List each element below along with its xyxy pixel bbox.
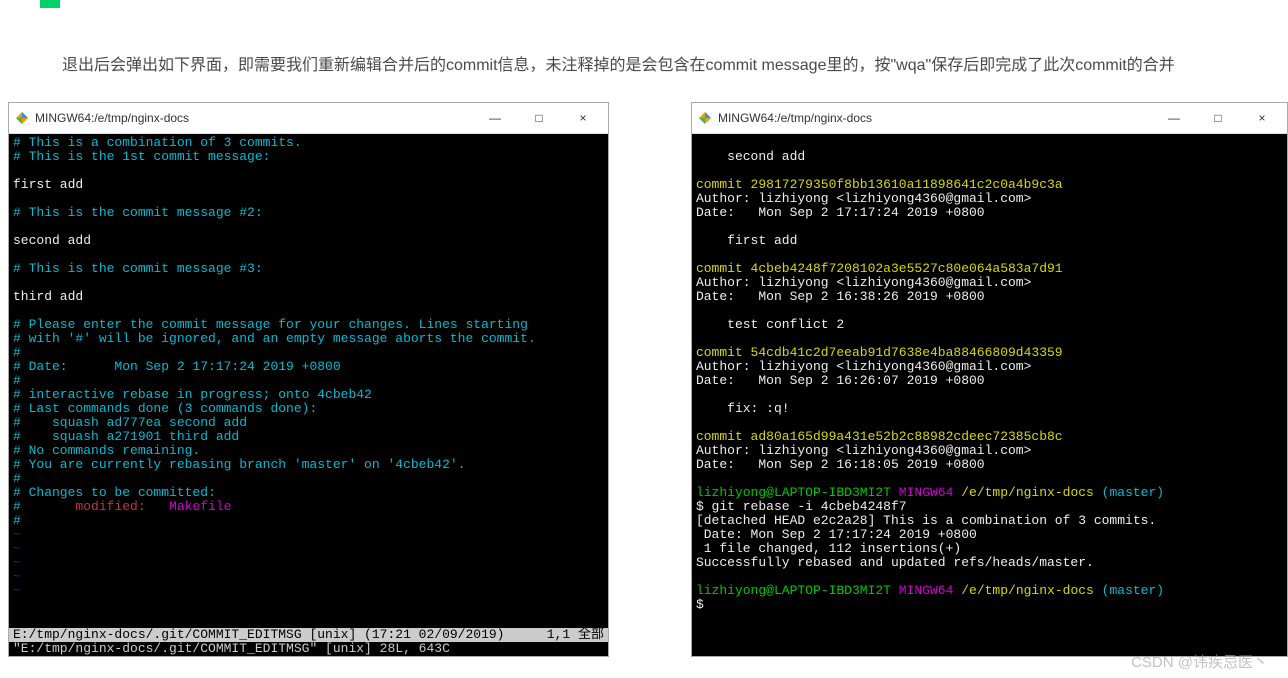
prompt-branch: (master): [1094, 485, 1164, 500]
comment-line: # No commands remaining.: [13, 443, 200, 458]
comment-line: # Please enter the commit message for yo…: [13, 317, 528, 332]
log-msg: first add: [696, 233, 797, 248]
comment-line: # squash ad777ea second add: [13, 415, 247, 430]
comment-line: # This is the commit message #3:: [13, 261, 263, 276]
author-line: Author: lizhiyong <lizhiyong4360@gmail.c…: [696, 359, 1031, 374]
command: $ git rebase -i 4cbeb4248f7: [696, 499, 907, 514]
maximize-button[interactable]: □: [1205, 108, 1231, 128]
window-controls: — □ ×: [482, 108, 602, 128]
log-terminal[interactable]: second add commit 29817279350f8bb13610a1…: [692, 134, 1287, 656]
title-bar: MINGW64:/e/tmp/nginx-docs — □ ×: [692, 103, 1287, 134]
mingw-icon: [698, 111, 712, 125]
commit-hash: commit 4cbeb4248f7208102a3e5527c80e064a5…: [696, 261, 1063, 276]
close-button[interactable]: ×: [1249, 108, 1275, 128]
vim-tilde: ~: [13, 569, 21, 584]
minimize-button[interactable]: —: [1161, 108, 1187, 128]
command-prompt: $: [696, 597, 704, 612]
comment-line: # This is the commit message #2:: [13, 205, 263, 220]
comment-line: #: [13, 499, 21, 514]
window-title: MINGW64:/e/tmp/nginx-docs: [718, 111, 1161, 125]
watermark: CSDN @讳疾忌医丶: [1131, 651, 1268, 672]
output: 1 file changed, 112 insertions(+): [696, 541, 961, 556]
comment-line: #: [13, 345, 21, 360]
editor-window: MINGW64:/e/tmp/nginx-docs — □ × # This i…: [8, 102, 609, 657]
comment-line: #: [13, 471, 21, 486]
status-info: "E:/tmp/nginx-docs/.git/COMMIT_EDITMSG" …: [9, 642, 608, 656]
vim-tilde: ~: [13, 583, 21, 598]
commit-msg: third add: [13, 289, 83, 304]
prompt-branch: (master): [1094, 583, 1164, 598]
output: Successfully rebased and updated refs/he…: [696, 555, 1094, 570]
prompt-path: /e/tmp/nginx-docs: [953, 583, 1093, 598]
title-bar: MINGW64:/e/tmp/nginx-docs — □ ×: [9, 103, 608, 134]
comment-line: # This is a combination of 3 commits.: [13, 135, 302, 150]
output: Date: Mon Sep 2 17:17:24 2019 +0800: [696, 527, 977, 542]
window-title: MINGW64:/e/tmp/nginx-docs: [35, 111, 482, 125]
prompt-host: MINGW64: [891, 583, 953, 598]
vim-tilde: ~: [13, 527, 21, 542]
comment-line: # interactive rebase in progress; onto 4…: [13, 387, 372, 402]
prompt-host: MINGW64: [891, 485, 953, 500]
status-file: E:/tmp/nginx-docs/.git/COMMIT_EDITMSG [u…: [13, 628, 504, 642]
commit-hash: commit 29817279350f8bb13610a11898641c2c0…: [696, 177, 1063, 192]
commit-msg: first add: [13, 177, 83, 192]
date-line: Date: Mon Sep 2 17:17:24 2019 +0800: [696, 205, 985, 220]
vim-tilde: ~: [13, 541, 21, 556]
comment-line: # Changes to be committed:: [13, 485, 216, 500]
vim-status-bar: E:/tmp/nginx-docs/.git/COMMIT_EDITMSG [u…: [9, 628, 608, 656]
date-line: Date: Mon Sep 2 16:38:26 2019 +0800: [696, 289, 985, 304]
comment-line: # squash a271901 third add: [13, 429, 239, 444]
editor-terminal[interactable]: # This is a combination of 3 commits. # …: [9, 134, 608, 628]
comment-line: # Last commands done (3 commands done):: [13, 401, 317, 416]
minimize-button[interactable]: —: [482, 108, 508, 128]
author-line: Author: lizhiyong <lizhiyong4360@gmail.c…: [696, 191, 1031, 206]
intro-paragraph: 退出后会弹出如下界面，即需要我们重新编辑合并后的commit信息，未注释掉的是会…: [0, 0, 1288, 102]
commit-hash: commit ad80a165d99a431e52b2c88982cdeec72…: [696, 429, 1063, 444]
windows-row: MINGW64:/e/tmp/nginx-docs — □ × # This i…: [0, 102, 1288, 657]
output: [detached HEAD e2c2a28] This is a combin…: [696, 513, 1156, 528]
maximize-button[interactable]: □: [526, 108, 552, 128]
comment-line: #: [13, 513, 21, 528]
log-msg: test conflict 2: [696, 317, 844, 332]
log-window: MINGW64:/e/tmp/nginx-docs — □ × second a…: [691, 102, 1288, 657]
vim-tilde: ~: [13, 555, 21, 570]
author-line: Author: lizhiyong <lizhiyong4360@gmail.c…: [696, 275, 1031, 290]
comment-line: # You are currently rebasing branch 'mas…: [13, 457, 465, 472]
prompt-path: /e/tmp/nginx-docs: [953, 485, 1093, 500]
modified-label: modified:: [21, 499, 169, 514]
commit-hash: commit 54cdb41c2d7eeab91d7638e4ba8846680…: [696, 345, 1063, 360]
mingw-icon: [15, 111, 29, 125]
commit-msg: second add: [13, 233, 91, 248]
log-msg: second add: [696, 149, 805, 164]
log-msg: fix: :q!: [696, 401, 790, 416]
author-line: Author: lizhiyong <lizhiyong4360@gmail.c…: [696, 443, 1031, 458]
prompt-user: lizhiyong@LAPTOP-IBD3MI2T: [696, 485, 891, 500]
comment-line: # This is the 1st commit message:: [13, 149, 270, 164]
date-line: Date: Mon Sep 2 16:18:05 2019 +0800: [696, 457, 985, 472]
comment-line: # Date: Mon Sep 2 17:17:24 2019 +0800: [13, 359, 341, 374]
modified-file: Makefile: [169, 499, 231, 514]
status-pos: 1,1 全部: [547, 628, 604, 642]
accent-bar: [40, 0, 60, 8]
prompt-user: lizhiyong@LAPTOP-IBD3MI2T: [696, 583, 891, 598]
comment-line: # with '#' will be ignored, and an empty…: [13, 331, 536, 346]
window-controls: — □ ×: [1161, 108, 1281, 128]
date-line: Date: Mon Sep 2 16:26:07 2019 +0800: [696, 373, 985, 388]
comment-line: #: [13, 373, 21, 388]
close-button[interactable]: ×: [570, 108, 596, 128]
